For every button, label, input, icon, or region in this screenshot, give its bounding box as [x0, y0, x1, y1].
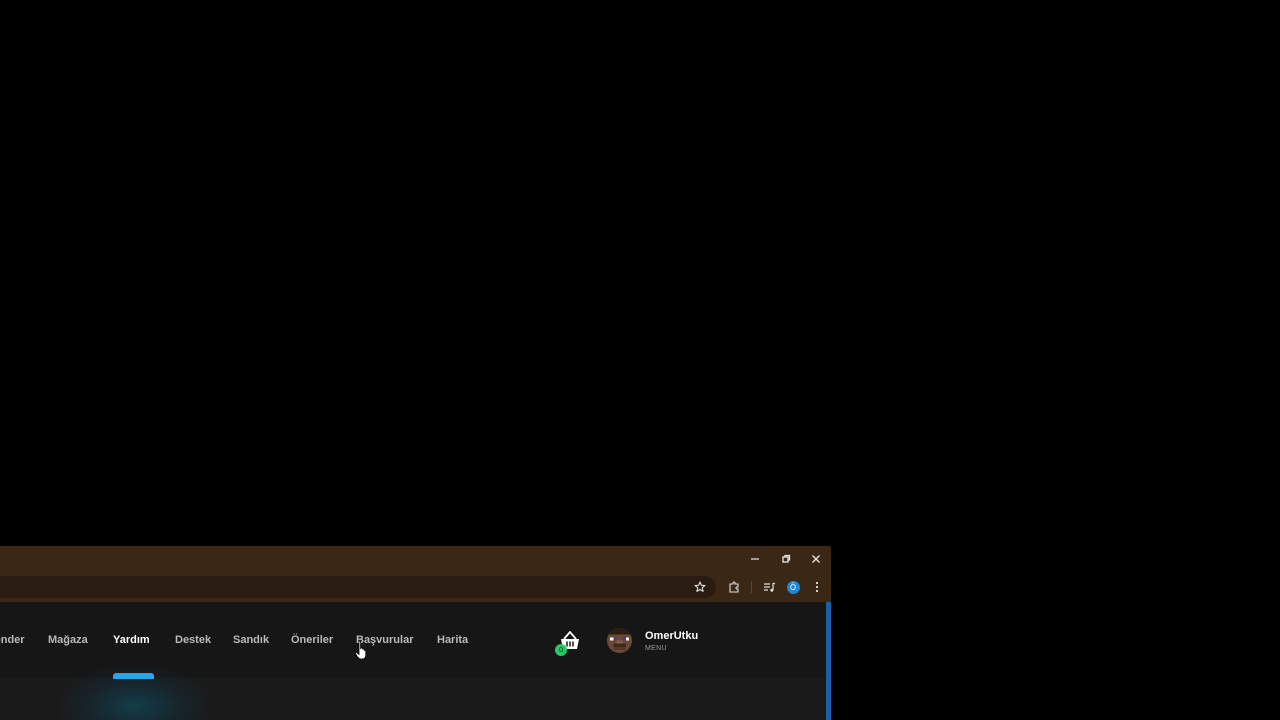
mouse-cursor-icon	[354, 640, 368, 660]
profile-icon: Ö	[786, 580, 800, 594]
active-nav-indicator	[113, 673, 154, 679]
nav-item-magaza[interactable]: Mağaza	[48, 634, 88, 646]
site-content	[0, 678, 826, 720]
nav-item-harita[interactable]: Harita	[437, 634, 468, 646]
player-head-icon	[607, 628, 632, 653]
minimize-icon	[751, 558, 759, 560]
restore-icon	[782, 554, 791, 563]
profile-button[interactable]: Ö	[783, 577, 803, 597]
browser-toolbar: Ö	[0, 572, 831, 602]
address-bar[interactable]	[0, 576, 716, 598]
username[interactable]: OmerUtku	[645, 630, 698, 642]
bookmark-star-button[interactable]	[690, 577, 710, 597]
star-icon	[694, 581, 706, 592]
desktop-background: Ö önder Mağaza Yardım Destek Sandık Öner…	[0, 0, 1280, 720]
toolbar-divider	[751, 581, 752, 593]
nav-item-destek[interactable]: Destek	[175, 634, 211, 646]
scrollbar[interactable]	[826, 602, 831, 720]
media-control-button[interactable]	[759, 577, 779, 597]
extensions-icon	[729, 581, 739, 593]
avatar[interactable]	[607, 628, 632, 653]
close-button[interactable]	[801, 546, 831, 572]
nav-item-yardim[interactable]: Yardım	[113, 634, 150, 646]
kebab-menu-icon	[815, 581, 819, 593]
nav-item-onder[interactable]: önder	[0, 634, 25, 646]
cart-count-badge: 0	[555, 644, 567, 656]
close-icon	[812, 555, 820, 563]
extensions-button[interactable]	[724, 577, 744, 597]
nav-item-sandik[interactable]: Sandık	[233, 634, 269, 646]
minimize-button[interactable]	[740, 546, 770, 572]
nav-item-oneriler[interactable]: Öneriler	[291, 634, 333, 646]
browser-menu-button[interactable]	[807, 577, 827, 597]
user-menu-label[interactable]: MENU	[645, 645, 667, 652]
media-icon	[763, 582, 775, 592]
title-bar[interactable]	[0, 546, 831, 572]
browser-window: Ö önder Mağaza Yardım Destek Sandık Öner…	[0, 546, 831, 720]
restore-button[interactable]	[771, 546, 801, 572]
